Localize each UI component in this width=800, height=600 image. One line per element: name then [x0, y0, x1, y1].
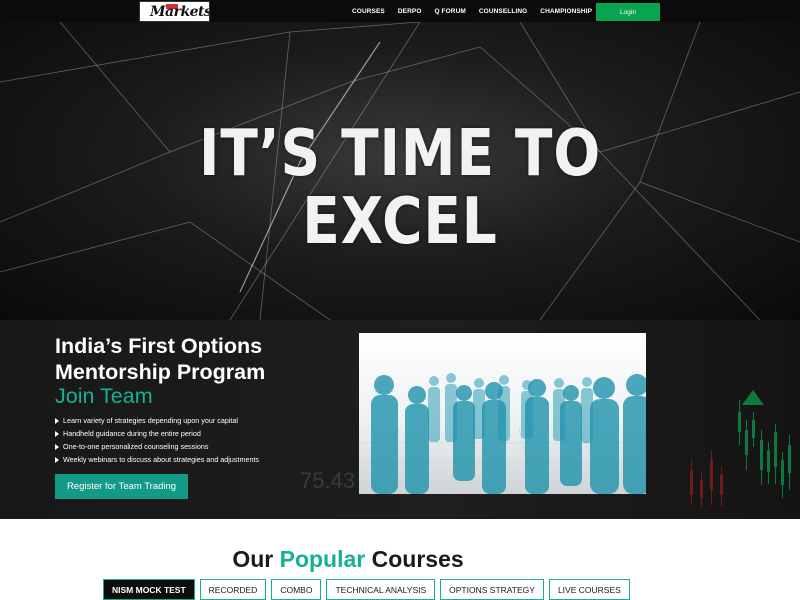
- nav-link-derpo[interactable]: DERPO: [398, 8, 422, 15]
- feature-text: Handheld guidance during the entire peri…: [63, 429, 201, 438]
- nav-link-q-forum[interactable]: Q FORUM: [434, 8, 465, 15]
- mentorship-promo: 75.43 India’s First Options Mentorship P…: [0, 320, 800, 519]
- up-arrow-icon: [742, 390, 764, 405]
- courses-heading-suffix: Courses: [365, 546, 464, 572]
- tab-live-courses[interactable]: LIVE COURSES: [548, 579, 630, 600]
- nav-link-counselling[interactable]: COUNSELLING: [479, 8, 527, 15]
- register-team-trading-button[interactable]: Register for Team Trading: [55, 474, 188, 499]
- promo-title: India’s First Options Mentorship Program: [55, 333, 265, 385]
- courses-heading-prefix: Our: [232, 546, 280, 572]
- courses-heading-accent: Popular: [279, 546, 366, 572]
- popular-courses-section: Our Popular Courses NISM MOCK TEST RECOR…: [0, 519, 800, 600]
- tab-technical-analysis[interactable]: TECHNICAL ANALYSIS: [326, 579, 436, 600]
- nav-link-courses[interactable]: COURSES: [352, 8, 385, 15]
- list-item: Weekly webinars to discuss about strateg…: [55, 453, 259, 466]
- hero-headline-line-1: IT’S TIME TO: [199, 117, 601, 191]
- people-silhouettes-image: [359, 373, 646, 494]
- promo-image[interactable]: [359, 333, 646, 494]
- feature-text: Weekly webinars to discuss about strateg…: [63, 455, 260, 464]
- tab-recorded[interactable]: RECORDED: [199, 579, 267, 600]
- promo-features-list: Learn variety of strategies depending up…: [55, 414, 259, 466]
- tab-options-strategy[interactable]: OPTIONS STRATEGY: [440, 579, 544, 600]
- login-button[interactable]: Login: [596, 3, 660, 21]
- triangle-right-icon: [55, 443, 59, 450]
- promo-title-line-1: India’s First Options: [55, 334, 263, 358]
- list-item: Learn variety of strategies depending up…: [55, 414, 259, 427]
- list-item: One-to-one personalized counseling sessi…: [55, 440, 259, 453]
- brand-logo[interactable]: Markets: [139, 1, 210, 22]
- tab-combo[interactable]: COMBO: [271, 579, 322, 600]
- tab-nism-mock-test[interactable]: NISM MOCK TEST: [103, 579, 195, 600]
- list-item: Handheld guidance during the entire peri…: [55, 427, 259, 440]
- promo-accent-text: Join Team: [55, 384, 153, 408]
- triangle-right-icon: [55, 456, 59, 463]
- triangle-right-icon: [55, 417, 59, 424]
- hero-banner: IT’S TIME TO EXCEL: [0, 22, 800, 320]
- main-nav: COURSES DERPO Q FORUM COUNSELLING CHAMPI…: [352, 0, 613, 22]
- top-navbar: Markets COURSES DERPO Q FORUM COUNSELLIN…: [0, 0, 800, 22]
- background-price-number: 75.43: [300, 468, 356, 493]
- triangle-right-icon: [55, 430, 59, 437]
- logo-text: Markets: [150, 4, 210, 20]
- promo-title-line-2: Mentorship Program: [55, 360, 266, 384]
- courses-heading: Our Popular Courses: [0, 546, 748, 573]
- hero-headline-line-2: EXCEL: [302, 185, 498, 259]
- feature-text: One-to-one personalized counseling sessi…: [63, 442, 209, 451]
- course-category-tabs: NISM MOCK TEST RECORDED COMBO TECHNICAL …: [103, 579, 635, 600]
- feature-text: Learn variety of strategies depending up…: [63, 416, 239, 425]
- nav-link-championship[interactable]: CHAMPIONSHIP: [540, 8, 592, 15]
